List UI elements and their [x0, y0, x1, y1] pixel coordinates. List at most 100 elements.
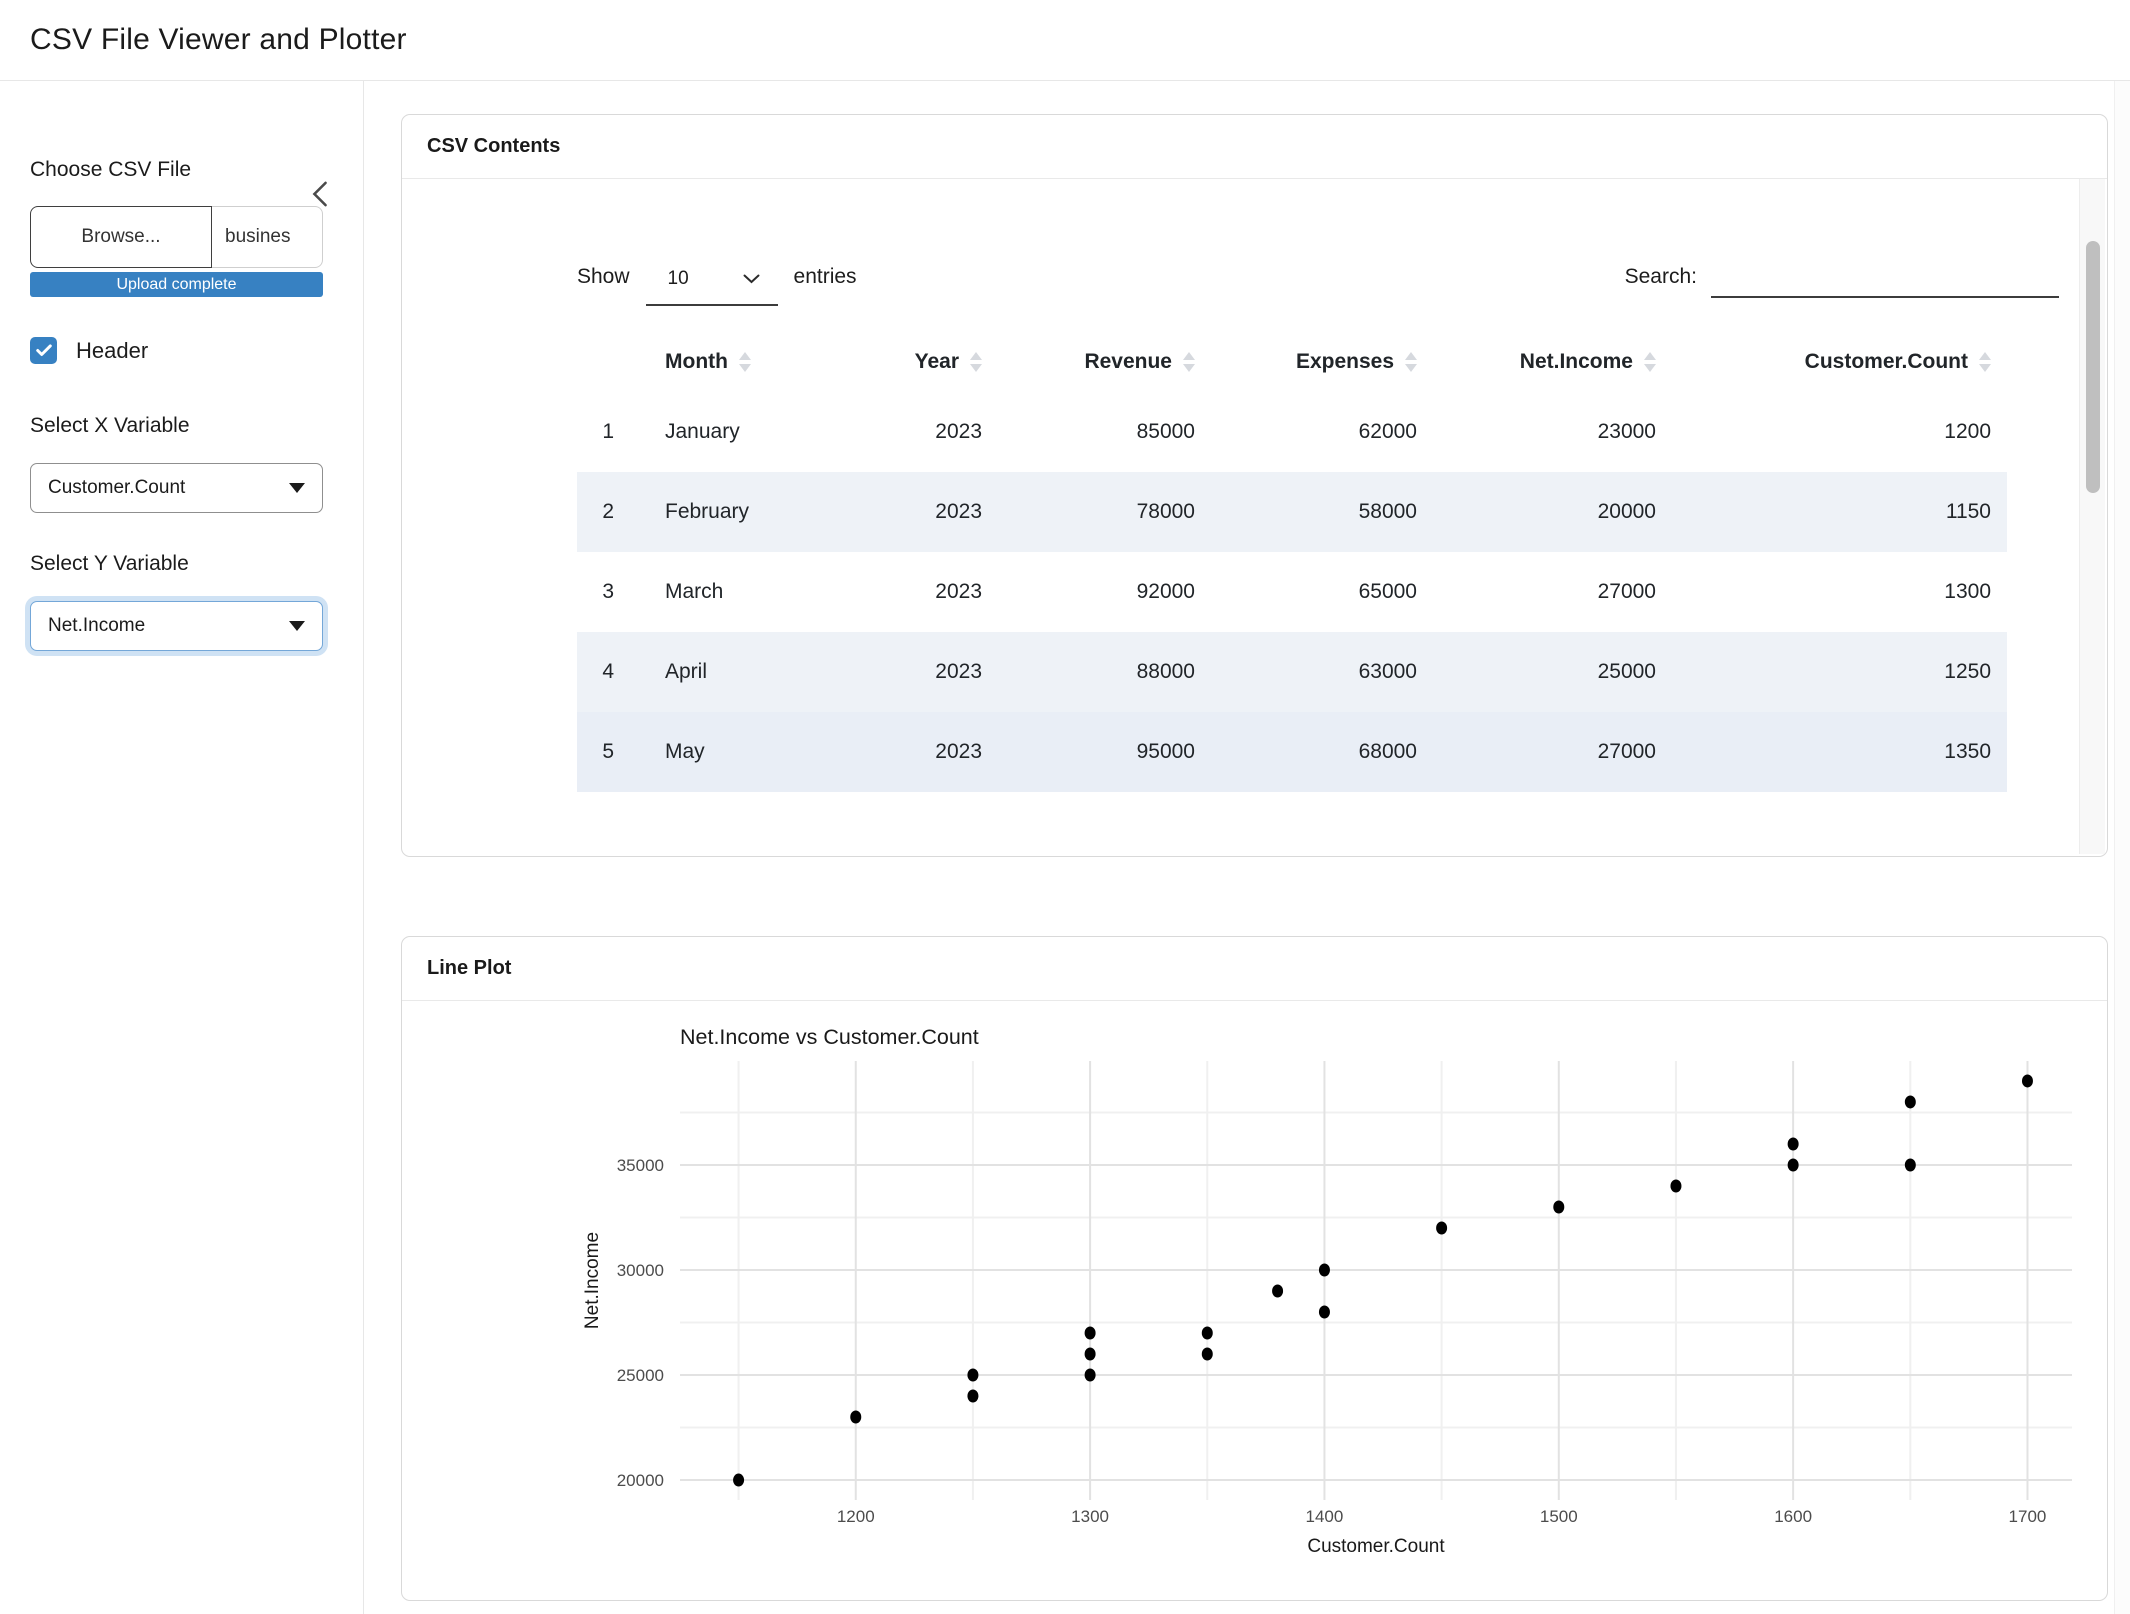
caret-down-icon: [289, 483, 305, 493]
table-cell: 1350: [1656, 712, 2007, 792]
sort-icon: [739, 352, 751, 372]
csv-table: MonthYearRevenueExpensesNet.IncomeCustom…: [577, 332, 2007, 792]
y-variable-value: Net.Income: [48, 615, 145, 637]
search-control: Search:: [1625, 262, 2059, 298]
row-number-header: [577, 332, 622, 392]
scrollbar-thumb[interactable]: [2086, 241, 2100, 493]
x-variable-label: Select X Variable: [30, 412, 333, 440]
check-icon: [36, 344, 52, 357]
file-input: Browse... busines: [30, 206, 323, 268]
y-variable-select[interactable]: Net.Income: [30, 601, 323, 651]
header-checkbox-row: Header: [30, 337, 333, 364]
svg-text:1300: 1300: [1071, 1507, 1109, 1526]
table-row[interactable]: 3March20239200065000270001300: [577, 552, 2007, 632]
table-row[interactable]: 2February20237800058000200001150: [577, 472, 2007, 552]
table-cell: 20000: [1417, 472, 1656, 552]
chevron-down-icon: [743, 274, 760, 284]
table-cell: 92000: [982, 552, 1195, 632]
table-cell: March: [622, 552, 872, 632]
table-row[interactable]: 1January20238500062000230001200: [577, 392, 2007, 472]
page-title: CSV File Viewer and Plotter: [30, 23, 407, 57]
column-header-Revenue[interactable]: Revenue: [982, 332, 1195, 392]
sidebar: Choose CSV File Browse... busines Upload…: [0, 81, 364, 1614]
table-cell: 1300: [1656, 552, 2007, 632]
file-input-label: Choose CSV File: [30, 156, 333, 184]
sort-icon: [970, 352, 982, 372]
table-cell: 27000: [1417, 712, 1656, 792]
line-plot-card: Line Plot Net.Income vs Customer.Count20…: [401, 936, 2108, 1601]
row-number-cell: 2: [577, 472, 622, 552]
search-label: Search:: [1625, 262, 1697, 292]
table-cell: 1250: [1656, 632, 2007, 712]
sidebar-collapse-button[interactable]: [307, 179, 333, 209]
sort-icon: [1644, 352, 1656, 372]
table-cell: 1200: [1656, 392, 2007, 472]
y-variable-label: Select Y Variable: [30, 550, 333, 578]
table-cell: 2023: [872, 392, 982, 472]
header-checkbox[interactable]: [30, 337, 57, 364]
svg-text:1400: 1400: [1306, 1507, 1344, 1526]
chevron-left-icon: [307, 179, 333, 209]
entries-label: entries: [794, 262, 857, 292]
table-cell: February: [622, 472, 872, 552]
browse-button[interactable]: Browse...: [30, 206, 212, 268]
table-row[interactable]: 4April20238800063000250001250: [577, 632, 2007, 712]
window-scrollbar[interactable]: [2114, 81, 2130, 1614]
table-cell: 88000: [982, 632, 1195, 712]
row-number-cell: 1: [577, 392, 622, 472]
table-cell: 63000: [1195, 632, 1417, 712]
caret-down-icon: [289, 621, 305, 631]
table-cell: 27000: [1417, 552, 1656, 632]
table-cell: 25000: [1417, 632, 1656, 712]
table-cell: 68000: [1195, 712, 1417, 792]
table-controls: Show 10 entries Search:: [577, 262, 2059, 306]
table-cell: 95000: [982, 712, 1195, 792]
upload-progress-bar: Upload complete: [30, 272, 323, 297]
sort-icon: [1979, 352, 1991, 372]
column-header-Year[interactable]: Year: [872, 332, 982, 392]
app-header: CSV File Viewer and Plotter: [0, 0, 2130, 81]
main-area: CSV Contents Show 10 entries Search:: [364, 81, 2130, 1614]
column-header-Net.Income[interactable]: Net.Income: [1417, 332, 1656, 392]
x-variable-value: Customer.Count: [48, 477, 185, 499]
table-cell: January: [622, 392, 872, 472]
table-cell: 1150: [1656, 472, 2007, 552]
row-number-cell: 4: [577, 632, 622, 712]
svg-text:Net.Income vs Customer.Count: Net.Income vs Customer.Count: [680, 1025, 979, 1049]
csv-contents-body: Show 10 entries Search:: [402, 262, 2107, 857]
entries-value: 10: [668, 264, 689, 294]
svg-text:1700: 1700: [2009, 1507, 2047, 1526]
table-cell: 2023: [872, 712, 982, 792]
table-cell: 2023: [872, 632, 982, 712]
entries-select[interactable]: 10: [646, 262, 778, 306]
svg-text:1500: 1500: [1540, 1507, 1578, 1526]
table-cell: 2023: [872, 552, 982, 632]
svg-text:1200: 1200: [837, 1507, 875, 1526]
table-scrollbar[interactable]: [2079, 179, 2105, 854]
search-input[interactable]: [1711, 256, 2059, 298]
show-label: Show: [577, 262, 630, 292]
column-header-Expenses[interactable]: Expenses: [1195, 332, 1417, 392]
csv-contents-title: CSV Contents: [402, 115, 2107, 179]
csv-contents-card: CSV Contents Show 10 entries Search:: [401, 114, 2108, 857]
table-header: MonthYearRevenueExpensesNet.IncomeCustom…: [577, 332, 2007, 392]
x-variable-select[interactable]: Customer.Count: [30, 463, 323, 513]
sort-icon: [1183, 352, 1195, 372]
table-cell: 85000: [982, 392, 1195, 472]
table-row[interactable]: 5May20239500068000270001350: [577, 712, 2007, 792]
line-plot-body: Net.Income vs Customer.Count200002500030…: [402, 1012, 2107, 1601]
svg-text:Net.Income: Net.Income: [582, 1232, 603, 1329]
header-checkbox-label[interactable]: Header: [76, 338, 148, 364]
column-header-Customer.Count[interactable]: Customer.Count: [1656, 332, 2007, 392]
table-body: 1January202385000620002300012002February…: [577, 392, 2007, 792]
table-cell: 78000: [982, 472, 1195, 552]
upload-progress-text: Upload complete: [116, 276, 236, 294]
length-control: Show 10 entries: [577, 262, 857, 306]
scatter-plot: Net.Income vs Customer.Count200002500030…: [402, 1012, 2107, 1601]
file-name-field[interactable]: busines: [212, 206, 323, 268]
svg-text:Customer.Count: Customer.Count: [1307, 1536, 1445, 1557]
svg-text:35000: 35000: [617, 1156, 664, 1175]
column-header-Month[interactable]: Month: [622, 332, 872, 392]
table-cell: 2023: [872, 472, 982, 552]
sort-icon: [1405, 352, 1417, 372]
